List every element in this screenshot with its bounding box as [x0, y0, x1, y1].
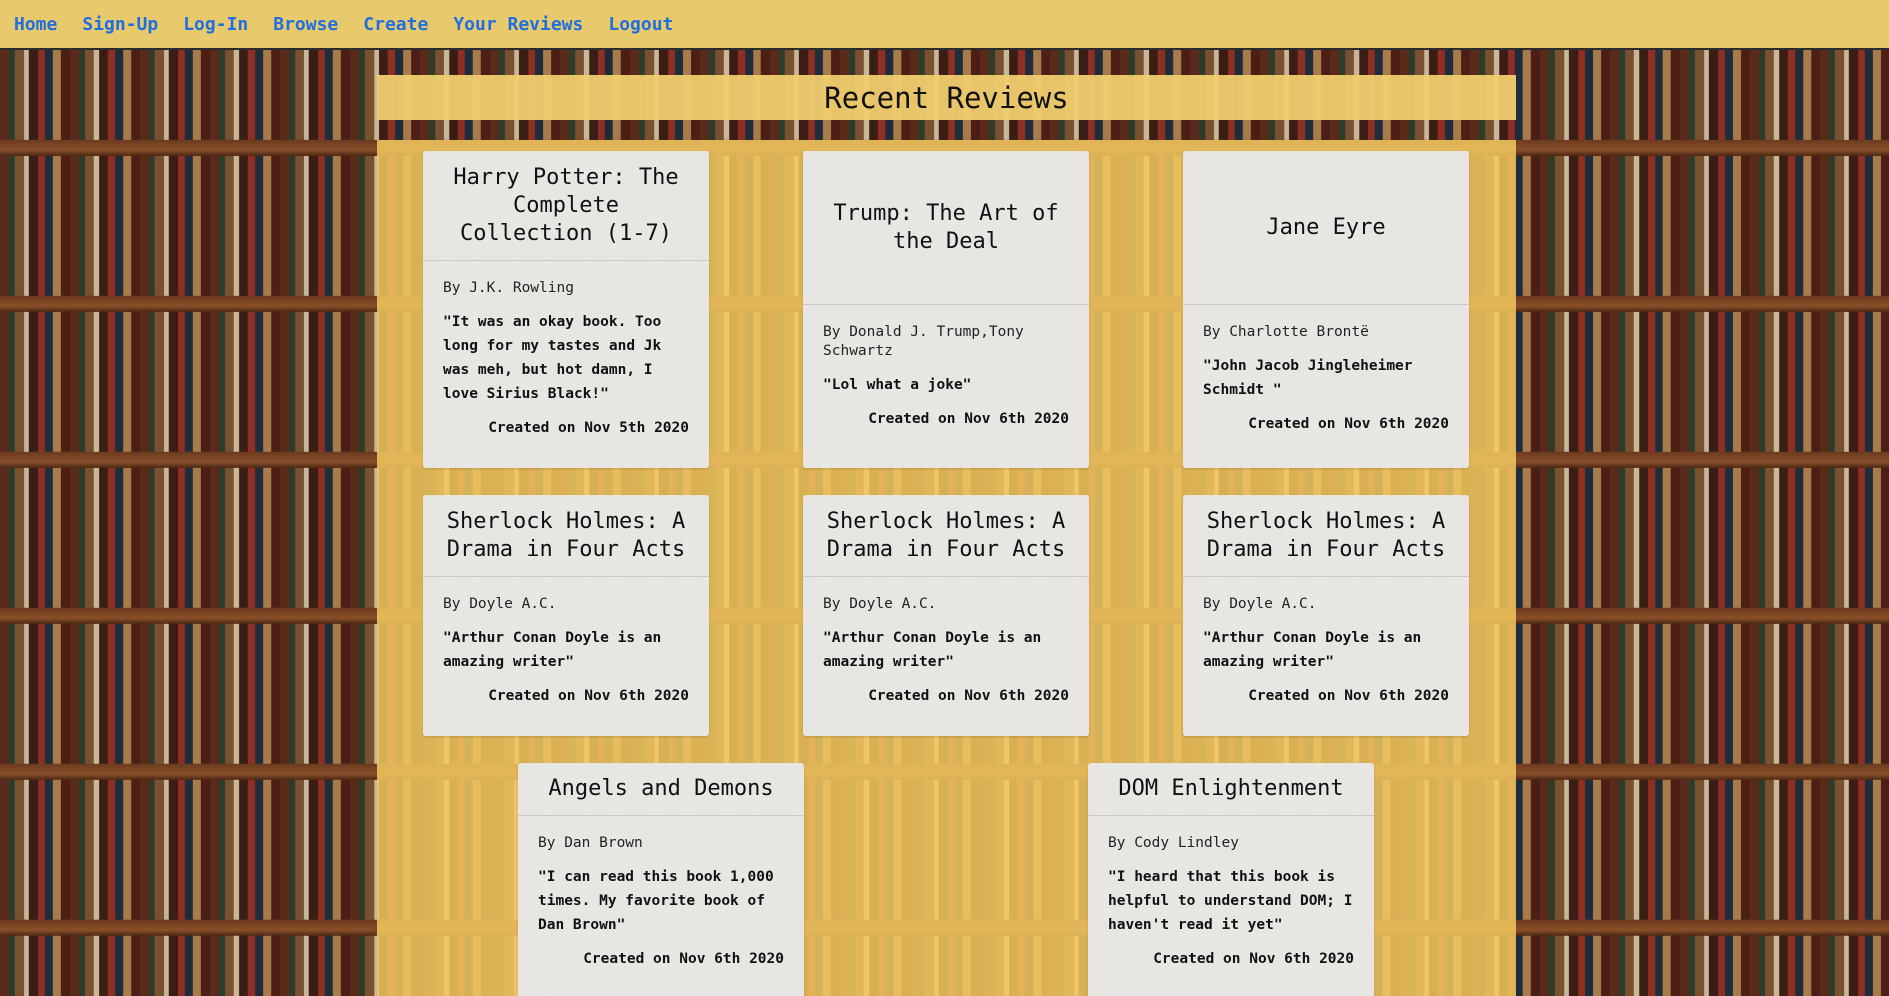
review-card[interactable]: DOM Enlightenment By Cody Lindley "I hea… [1088, 763, 1374, 996]
review-date: Created on Nov 6th 2020 [583, 951, 784, 967]
review-card-header: Trump: The Art of the Deal [803, 151, 1089, 305]
nav-login-link[interactable]: Log-In [183, 14, 248, 35]
review-book-title: Angels and Demons [548, 776, 774, 801]
review-book-title: Jane Eyre [1266, 214, 1386, 240]
review-card-body: By Cody Lindley "I heard that this book … [1088, 816, 1374, 983]
review-date: Created on Nov 6th 2020 [868, 688, 1069, 704]
review-card-header: Harry Potter: The Complete Collection (1… [423, 151, 709, 261]
review-card-body: By Doyle A.C. "Arthur Conan Doyle is an … [1183, 577, 1469, 720]
review-card-body: By J.K. Rowling "It was an okay book. To… [423, 261, 709, 452]
review-card-body: By Dan Brown "I can read this book 1,000… [518, 816, 804, 983]
review-card[interactable]: Angels and Demons By Dan Brown "I can re… [518, 763, 804, 996]
review-book-title: DOM Enlightenment [1118, 776, 1344, 801]
review-text: "It was an okay book. Too long for my ta… [443, 314, 662, 402]
review-text: "I heard that this book is helpful to un… [1108, 869, 1353, 933]
review-card-body: By Doyle A.C. "Arthur Conan Doyle is an … [803, 577, 1089, 720]
nav-browse-link[interactable]: Browse [273, 14, 338, 35]
review-card-header: Jane Eyre [1183, 151, 1469, 305]
review-book-title: Trump: The Art of the Deal [833, 200, 1059, 254]
review-author: By Charlotte Brontë [1203, 324, 1369, 340]
review-date: Created on Nov 6th 2020 [488, 688, 689, 704]
reviews-panel: Harry Potter: The Complete Collection (1… [377, 140, 1516, 996]
review-date: Created on Nov 6th 2020 [1153, 951, 1354, 967]
nav-your-reviews-link[interactable]: Your Reviews [453, 14, 583, 35]
review-book-title: Sherlock Holmes: A Drama in Four Acts [826, 508, 1066, 562]
nav-logout-link[interactable]: Logout [608, 14, 673, 35]
review-date: Created on Nov 6th 2020 [1248, 416, 1449, 432]
review-card[interactable]: Trump: The Art of the Deal By Donald J. … [803, 151, 1089, 468]
review-text: "Arthur Conan Doyle is an amazing writer… [1203, 630, 1422, 670]
nav-signup-link[interactable]: Sign-Up [82, 14, 158, 35]
review-card-header: Sherlock Holmes: A Drama in Four Acts [1183, 495, 1469, 577]
nav-home-link[interactable]: Home [14, 14, 57, 35]
review-text: "Arthur Conan Doyle is an amazing writer… [443, 630, 662, 670]
page-title-bar: Recent Reviews [377, 75, 1516, 120]
review-author: By Doyle A.C. [443, 596, 557, 612]
page: { "nav": { "links": ["Home", "Sign-Up", … [0, 0, 1889, 996]
review-date: Created on Nov 5th 2020 [488, 420, 689, 436]
review-card[interactable]: Sherlock Holmes: A Drama in Four Acts By… [423, 495, 709, 736]
review-text: "I can read this book 1,000 times. My fa… [538, 869, 774, 933]
review-text: "Arthur Conan Doyle is an amazing writer… [823, 630, 1042, 670]
review-card-header: Angels and Demons [518, 763, 804, 816]
review-card[interactable]: Sherlock Holmes: A Drama in Four Acts By… [1183, 495, 1469, 736]
review-book-title: Sherlock Holmes: A Drama in Four Acts [446, 508, 686, 562]
review-card-header: Sherlock Holmes: A Drama in Four Acts [423, 495, 709, 577]
review-card[interactable]: Sherlock Holmes: A Drama in Four Acts By… [803, 495, 1089, 736]
review-card[interactable]: Harry Potter: The Complete Collection (1… [423, 151, 709, 468]
review-author: By J.K. Rowling [443, 280, 574, 296]
page-title: Recent Reviews [824, 80, 1069, 115]
review-author: By Donald J. Trump,Tony Schwartz [823, 324, 1024, 359]
review-card-body: By Doyle A.C. "Arthur Conan Doyle is an … [423, 577, 709, 720]
review-book-title: Harry Potter: The Complete Collection (1… [453, 164, 679, 246]
review-author: By Doyle A.C. [1203, 596, 1317, 612]
review-book-title: Sherlock Holmes: A Drama in Four Acts [1206, 508, 1446, 562]
review-date: Created on Nov 6th 2020 [1248, 688, 1449, 704]
review-author: By Dan Brown [538, 835, 643, 851]
review-date: Created on Nov 6th 2020 [868, 411, 1069, 427]
review-card-body: By Donald J. Trump,Tony Schwartz "Lol wh… [803, 305, 1089, 443]
review-text: "John Jacob Jingleheimer Schmidt " [1203, 358, 1413, 398]
review-text: "Lol what a joke" [823, 377, 972, 393]
nav-create-link[interactable]: Create [363, 14, 428, 35]
top-navbar: Home Sign-Up Log-In Browse Create Your R… [0, 0, 1889, 50]
review-card[interactable]: Jane Eyre By Charlotte Brontë "John Jaco… [1183, 151, 1469, 468]
review-author: By Cody Lindley [1108, 835, 1239, 851]
review-card-header: DOM Enlightenment [1088, 763, 1374, 816]
review-author: By Doyle A.C. [823, 596, 937, 612]
review-card-body: By Charlotte Brontë "John Jacob Jinglehe… [1183, 305, 1469, 448]
review-card-header: Sherlock Holmes: A Drama in Four Acts [803, 495, 1089, 577]
